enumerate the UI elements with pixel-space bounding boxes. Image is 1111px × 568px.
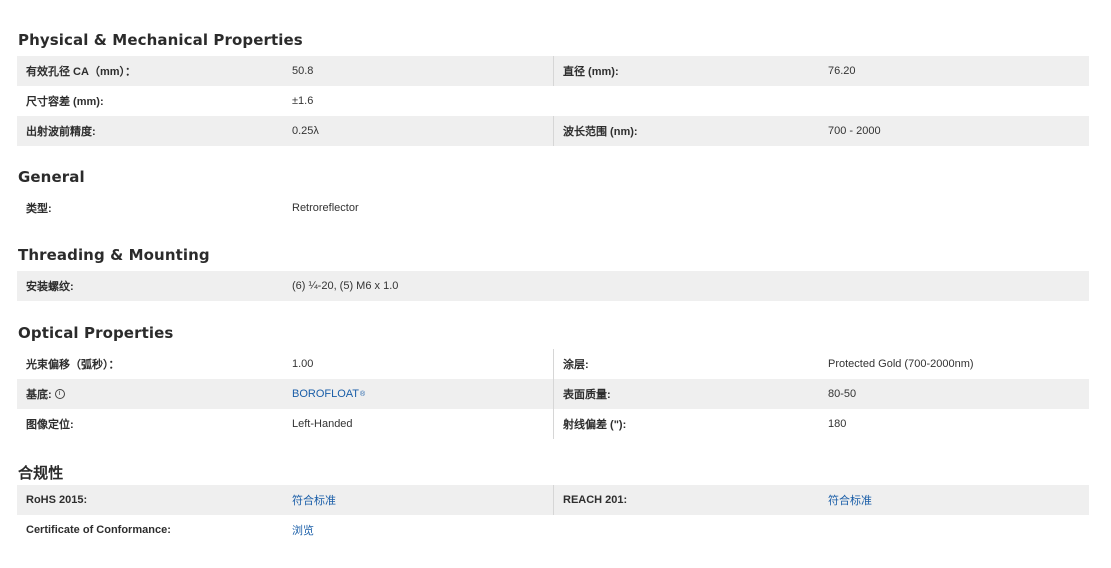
spec-label: 直径 (mm):: [553, 56, 819, 86]
spec-label: 有效孔径 CA（mm）：: [26, 66, 137, 78]
spec-value: [819, 86, 1089, 116]
table-row: Certificate of Conformance: 浏览: [17, 515, 1089, 545]
certificate-view-link[interactable]: 浏览: [292, 522, 314, 538]
spec-label: 涂层:: [553, 349, 819, 379]
spec-value: (6) ¼-20, (5) M6 x 1.0: [292, 280, 399, 292]
table-row: RoHS 2015: 符合标准 REACH 201: 符合标准: [17, 485, 1089, 515]
table-threading: 安装螺纹: (6) ¼-20, (5) M6 x 1.0: [17, 271, 1089, 301]
borofloat-link[interactable]: BOROFLOAT: [292, 388, 359, 400]
reach-compliance-link[interactable]: 符合标准: [828, 492, 872, 508]
spec-label: 图像定位:: [26, 419, 74, 431]
spec-label: RoHS 2015:: [26, 494, 88, 506]
table-compliance: RoHS 2015: 符合标准 REACH 201: 符合标准 Certific…: [17, 485, 1089, 545]
table-row: 基底: i BOROFLOAT ® 表面质量: 80-50: [17, 379, 1089, 409]
registered-mark: ®: [360, 390, 366, 398]
spec-value: 180: [828, 418, 847, 430]
spec-label: REACH 201:: [553, 485, 819, 515]
spec-value: 76.20: [828, 65, 856, 77]
table-row: 光束偏移（弧秒）： 1.00 涂层: Protected Gold (700-2…: [17, 349, 1089, 379]
spec-label: [553, 86, 819, 116]
table-row: 图像定位: Left-Handed 射线偏差 ("): 180: [17, 409, 1089, 439]
spec-value: 700 - 2000: [828, 125, 881, 137]
spec-value: 80-50: [828, 388, 857, 400]
reach-value-cell: 符合标准: [819, 485, 1089, 515]
spec-label: 表面质量:: [553, 379, 819, 409]
spec-label: 尺寸容差 (mm):: [26, 96, 104, 108]
spec-label: 射线偏差 ("):: [553, 409, 819, 439]
table-row: 出射波前精度: 0.25λ 波长范围 (nm): 700 - 2000: [17, 116, 1089, 146]
section-title-compliance: 合规性: [18, 464, 64, 482]
spec-label: 光束偏移（弧秒）：: [26, 359, 120, 371]
spec-value: 1.00: [292, 358, 314, 370]
spec-value: Protected Gold (700-2000nm): [828, 358, 974, 370]
certificate-value-cell: 浏览: [283, 515, 553, 545]
section-title-threading: Threading & Mounting: [18, 246, 210, 264]
substrate-label-cell: 基底: i: [17, 379, 283, 409]
spec-label: 安装螺纹:: [26, 281, 74, 293]
section-title-physical: Physical & Mechanical Properties: [18, 31, 303, 49]
section-title-optical: Optical Properties: [18, 324, 174, 342]
spec-value: 50.8: [292, 65, 314, 77]
rohs-value-cell: 符合标准: [283, 485, 553, 515]
table-general: 类型: Retroreflector: [17, 193, 1089, 223]
spec-value: Retroreflector: [292, 202, 359, 214]
spec-value: 0.25λ: [292, 125, 319, 137]
table-optical: 光束偏移（弧秒）： 1.00 涂层: Protected Gold (700-2…: [17, 349, 1089, 439]
table-row: 类型: Retroreflector: [17, 193, 1089, 223]
spec-label: 波长范围 (nm):: [553, 116, 819, 146]
table-row: 尺寸容差 (mm): ±1.6: [17, 86, 1089, 116]
table-physical: 有效孔径 CA（mm）： 50.8 直径 (mm): 76.20 尺寸容差 (m…: [17, 56, 1089, 146]
spec-value: Left-Handed: [292, 418, 353, 430]
info-circle-icon[interactable]: i: [54, 389, 65, 399]
spec-label: 类型:: [26, 203, 52, 215]
spec-value: ±1.6: [292, 95, 314, 107]
table-row: 有效孔径 CA（mm）： 50.8 直径 (mm): 76.20: [17, 56, 1089, 86]
spec-label: 出射波前精度:: [26, 126, 96, 138]
substrate-value-cell: BOROFLOAT ®: [283, 379, 553, 409]
spec-label: Certificate of Conformance:: [26, 524, 171, 536]
spec-label: 基底:: [26, 389, 52, 401]
table-row: 安装螺纹: (6) ¼-20, (5) M6 x 1.0: [17, 271, 1089, 301]
rohs-compliance-link[interactable]: 符合标准: [292, 492, 336, 508]
section-title-general: General: [18, 168, 85, 186]
